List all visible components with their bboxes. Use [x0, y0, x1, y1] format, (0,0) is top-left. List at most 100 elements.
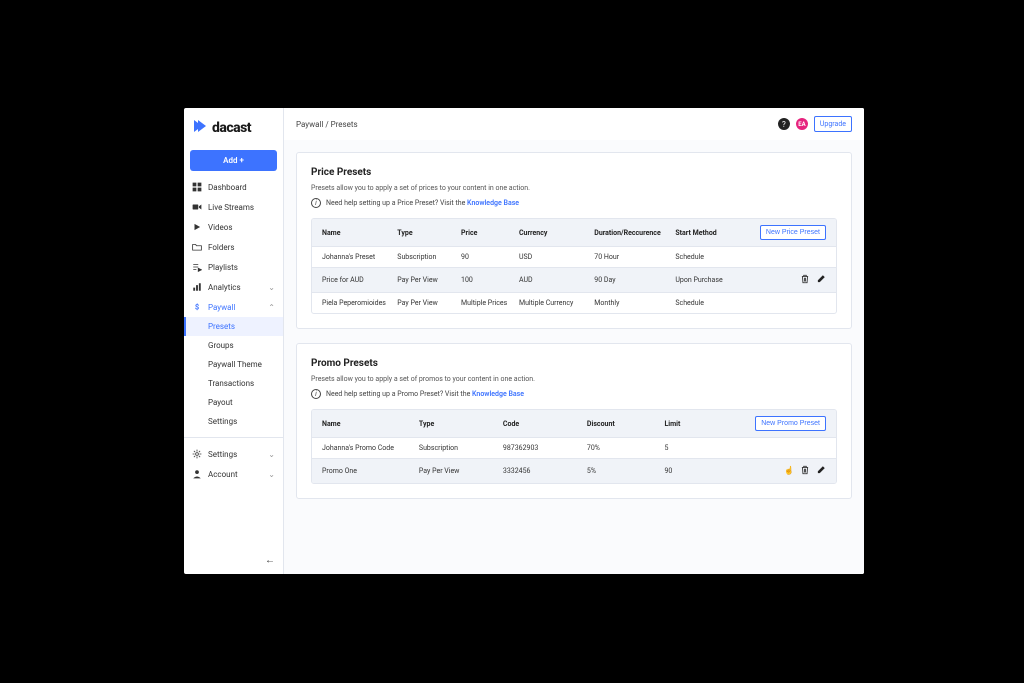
- knowledge-base-link[interactable]: Knowledge Base: [467, 199, 519, 207]
- camera-icon: [192, 202, 202, 212]
- cell-name: Johanna's Preset: [322, 253, 397, 261]
- dollar-icon: $: [192, 302, 202, 312]
- edit-icon[interactable]: [816, 274, 826, 286]
- logo[interactable]: dacast: [184, 108, 283, 148]
- nav-list: Dashboard Live Streams Videos Folders Pl…: [184, 177, 283, 431]
- submenu-settings[interactable]: Settings: [184, 412, 283, 431]
- svg-text:$: $: [195, 303, 199, 312]
- col-code: Code: [503, 420, 587, 428]
- cell-name: Piela Peperomioides: [322, 299, 397, 307]
- cell-start: Upon Purchase: [675, 276, 745, 284]
- analytics-icon: [192, 282, 202, 292]
- chevron-down-icon: ⌄: [268, 450, 275, 459]
- add-button[interactable]: Add +: [190, 150, 277, 171]
- submenu-presets[interactable]: Presets: [184, 317, 283, 336]
- help-text: Need help setting up a Promo Preset? Vis…: [326, 390, 472, 398]
- sidebar-item-label: Folders: [208, 243, 234, 252]
- promo-table: Name Type Code Discount Limit New Promo …: [311, 409, 837, 484]
- cell-limit: 5: [664, 444, 729, 452]
- sidebar-item-label: Live Streams: [208, 203, 254, 212]
- price-presets-card: Price Presets Presets allow you to apply…: [296, 152, 852, 329]
- sidebar-item-settings[interactable]: Settings ⌄: [184, 444, 283, 464]
- cell-start: Schedule: [675, 253, 745, 261]
- cell-code: 987362903: [503, 444, 587, 452]
- help-icon[interactable]: ?: [778, 118, 790, 130]
- cell-name: Johanna's Promo Code: [322, 444, 419, 452]
- table-row[interactable]: Piela Peperomioides Pay Per View Multipl…: [312, 292, 836, 313]
- cell-price: Multiple Prices: [461, 299, 519, 307]
- person-icon: [192, 469, 202, 479]
- nav-bottom: Settings ⌄ Account ⌄: [184, 437, 283, 484]
- promo-presets-title: Promo Presets: [311, 358, 837, 369]
- sidebar-item-dashboard[interactable]: Dashboard: [184, 177, 283, 197]
- collapse-sidebar-button[interactable]: ←: [184, 547, 283, 574]
- table-row[interactable]: Promo One Pay Per View 3332456 5% 90 ☝: [312, 458, 836, 483]
- sidebar-item-paywall[interactable]: $ Paywall ⌃: [184, 297, 283, 317]
- folder-icon: [192, 242, 202, 252]
- knowledge-base-link[interactable]: Knowledge Base: [472, 390, 524, 398]
- col-discount: Discount: [587, 420, 665, 428]
- col-duration: Duration/Reccurence: [594, 229, 675, 237]
- cursor-icon: ☝: [784, 466, 794, 476]
- sidebar-item-label: Account: [208, 470, 238, 479]
- table-row[interactable]: Price for AUD Pay Per View 100 AUD 90 Da…: [312, 267, 836, 292]
- avatar[interactable]: EA: [796, 118, 808, 130]
- new-promo-preset-button[interactable]: New Promo Preset: [755, 416, 826, 431]
- sidebar-item-playlists[interactable]: Playlists: [184, 257, 283, 277]
- submenu-payout[interactable]: Payout: [184, 393, 283, 412]
- help-text: Need help setting up a Price Preset? Vis…: [326, 199, 467, 207]
- price-help-line: i Need help setting up a Price Preset? V…: [311, 198, 837, 208]
- submenu-transactions[interactable]: Transactions: [184, 374, 283, 393]
- topbar: Paywall / Presets ? EA Upgrade: [284, 108, 864, 140]
- cell-price: 100: [461, 276, 519, 284]
- promo-table-head: Name Type Code Discount Limit New Promo …: [312, 410, 836, 437]
- col-currency: Currency: [519, 229, 594, 237]
- sidebar-item-account[interactable]: Account ⌄: [184, 464, 283, 484]
- sidebar-item-videos[interactable]: Videos: [184, 217, 283, 237]
- col-type: Type: [397, 229, 461, 237]
- paywall-submenu: Presets Groups Paywall Theme Transaction…: [184, 317, 283, 431]
- sidebar-item-analytics[interactable]: Analytics ⌄: [184, 277, 283, 297]
- cell-currency: USD: [519, 253, 594, 261]
- edit-icon[interactable]: [816, 465, 826, 477]
- app-frame: dacast Add + Dashboard Live Streams Vide…: [184, 108, 864, 574]
- promo-presets-desc: Presets allow you to apply a set of prom…: [311, 375, 837, 383]
- cell-type: Pay Per View: [419, 467, 503, 475]
- new-price-preset-button[interactable]: New Price Preset: [760, 225, 826, 240]
- promo-help-line: i Need help setting up a Promo Preset? V…: [311, 389, 837, 399]
- info-icon: i: [311, 389, 321, 399]
- cell-discount: 5%: [587, 467, 665, 475]
- table-row[interactable]: Johanna's Promo Code Subscription 987362…: [312, 437, 836, 458]
- chevron-up-icon: ⌃: [268, 303, 275, 312]
- cell-type: Subscription: [397, 253, 461, 261]
- sidebar-item-folders[interactable]: Folders: [184, 237, 283, 257]
- submenu-theme[interactable]: Paywall Theme: [184, 355, 283, 374]
- topbar-right: ? EA Upgrade: [778, 116, 852, 132]
- cell-duration: 70 Hour: [594, 253, 675, 261]
- content: Price Presets Presets allow you to apply…: [284, 140, 864, 574]
- cell-duration: Monthly: [594, 299, 675, 307]
- sidebar-item-live-streams[interactable]: Live Streams: [184, 197, 283, 217]
- table-row[interactable]: Johanna's Preset Subscription 90 USD 70 …: [312, 246, 836, 267]
- dashboard-icon: [192, 182, 202, 192]
- submenu-groups[interactable]: Groups: [184, 336, 283, 355]
- cell-currency: Multiple Currency: [519, 299, 594, 307]
- cell-duration: 90 Day: [594, 276, 675, 284]
- upgrade-button[interactable]: Upgrade: [814, 116, 852, 132]
- sidebar: dacast Add + Dashboard Live Streams Vide…: [184, 108, 284, 574]
- price-presets-desc: Presets allow you to apply a set of pric…: [311, 184, 837, 192]
- cell-type: Pay Per View: [397, 276, 461, 284]
- cell-type: Subscription: [419, 444, 503, 452]
- trash-icon[interactable]: [800, 465, 810, 477]
- logo-mark-icon: [192, 118, 208, 138]
- price-presets-title: Price Presets: [311, 167, 837, 178]
- info-icon: i: [311, 198, 321, 208]
- col-name: Name: [322, 420, 419, 428]
- price-table: Name Type Price Currency Duration/Reccur…: [311, 218, 837, 314]
- col-type: Type: [419, 420, 503, 428]
- trash-icon[interactable]: [800, 274, 810, 286]
- col-name: Name: [322, 229, 397, 237]
- cell-currency: AUD: [519, 276, 594, 284]
- price-table-head: Name Type Price Currency Duration/Reccur…: [312, 219, 836, 246]
- chevron-down-icon: ⌄: [268, 283, 275, 292]
